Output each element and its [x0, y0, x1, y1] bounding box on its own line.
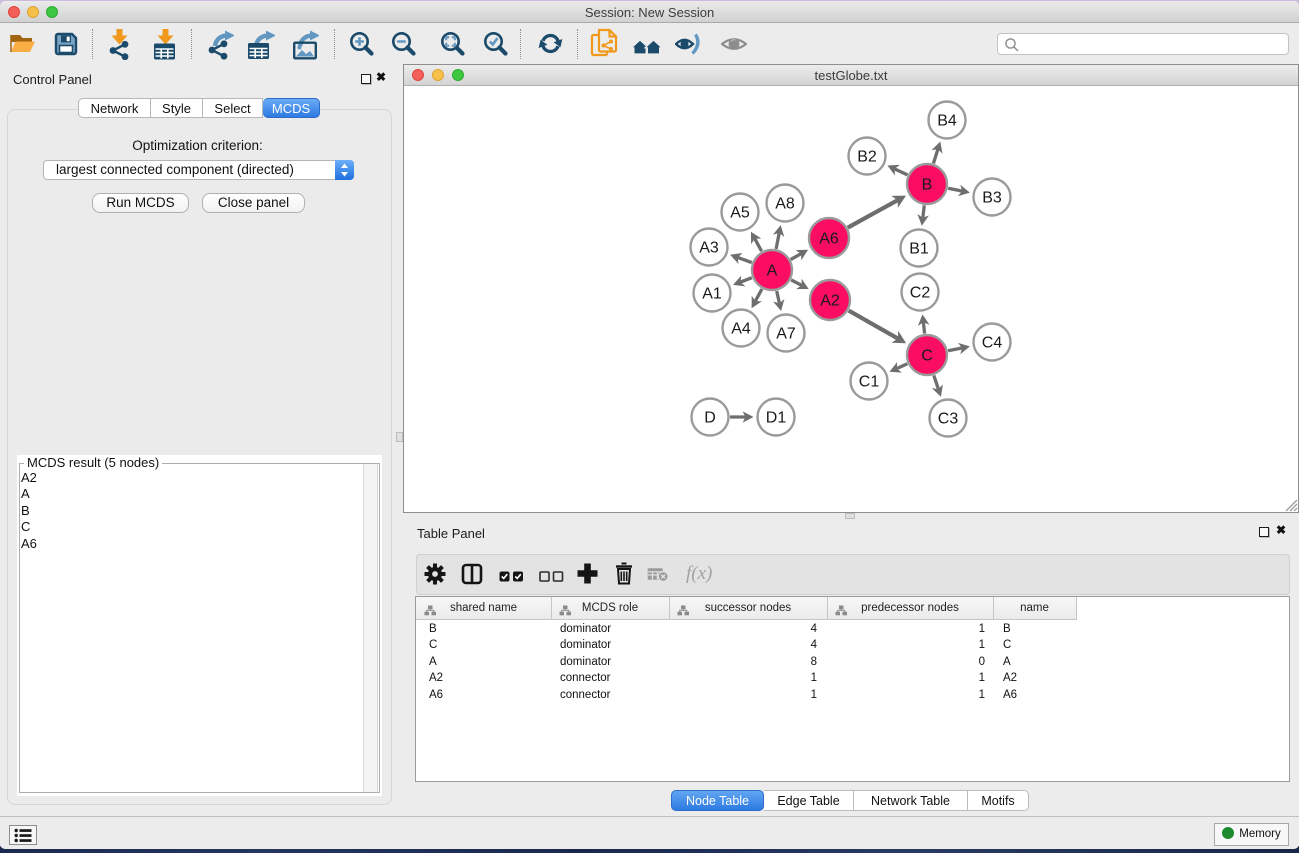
svg-text:A8: A8: [775, 196, 795, 213]
svg-text:A2: A2: [820, 293, 840, 310]
svg-text:A7: A7: [776, 326, 796, 343]
svg-text:C: C: [921, 348, 933, 365]
svg-text:C1: C1: [859, 374, 880, 391]
svg-text:B2: B2: [857, 149, 877, 166]
svg-text:A1: A1: [702, 286, 722, 303]
svg-text:B: B: [922, 177, 933, 194]
svg-text:C4: C4: [982, 335, 1003, 352]
svg-text:B3: B3: [982, 190, 1002, 207]
svg-text:B4: B4: [937, 113, 957, 130]
svg-text:D1: D1: [766, 410, 787, 427]
svg-text:A5: A5: [730, 205, 750, 222]
svg-text:A3: A3: [699, 240, 719, 257]
svg-text:C2: C2: [910, 285, 931, 302]
svg-text:A: A: [767, 263, 778, 280]
svg-text:B1: B1: [909, 241, 929, 258]
svg-text:A4: A4: [731, 321, 751, 338]
svg-text:D: D: [704, 410, 716, 427]
svg-text:A6: A6: [819, 231, 839, 248]
svg-text:C3: C3: [938, 411, 959, 428]
